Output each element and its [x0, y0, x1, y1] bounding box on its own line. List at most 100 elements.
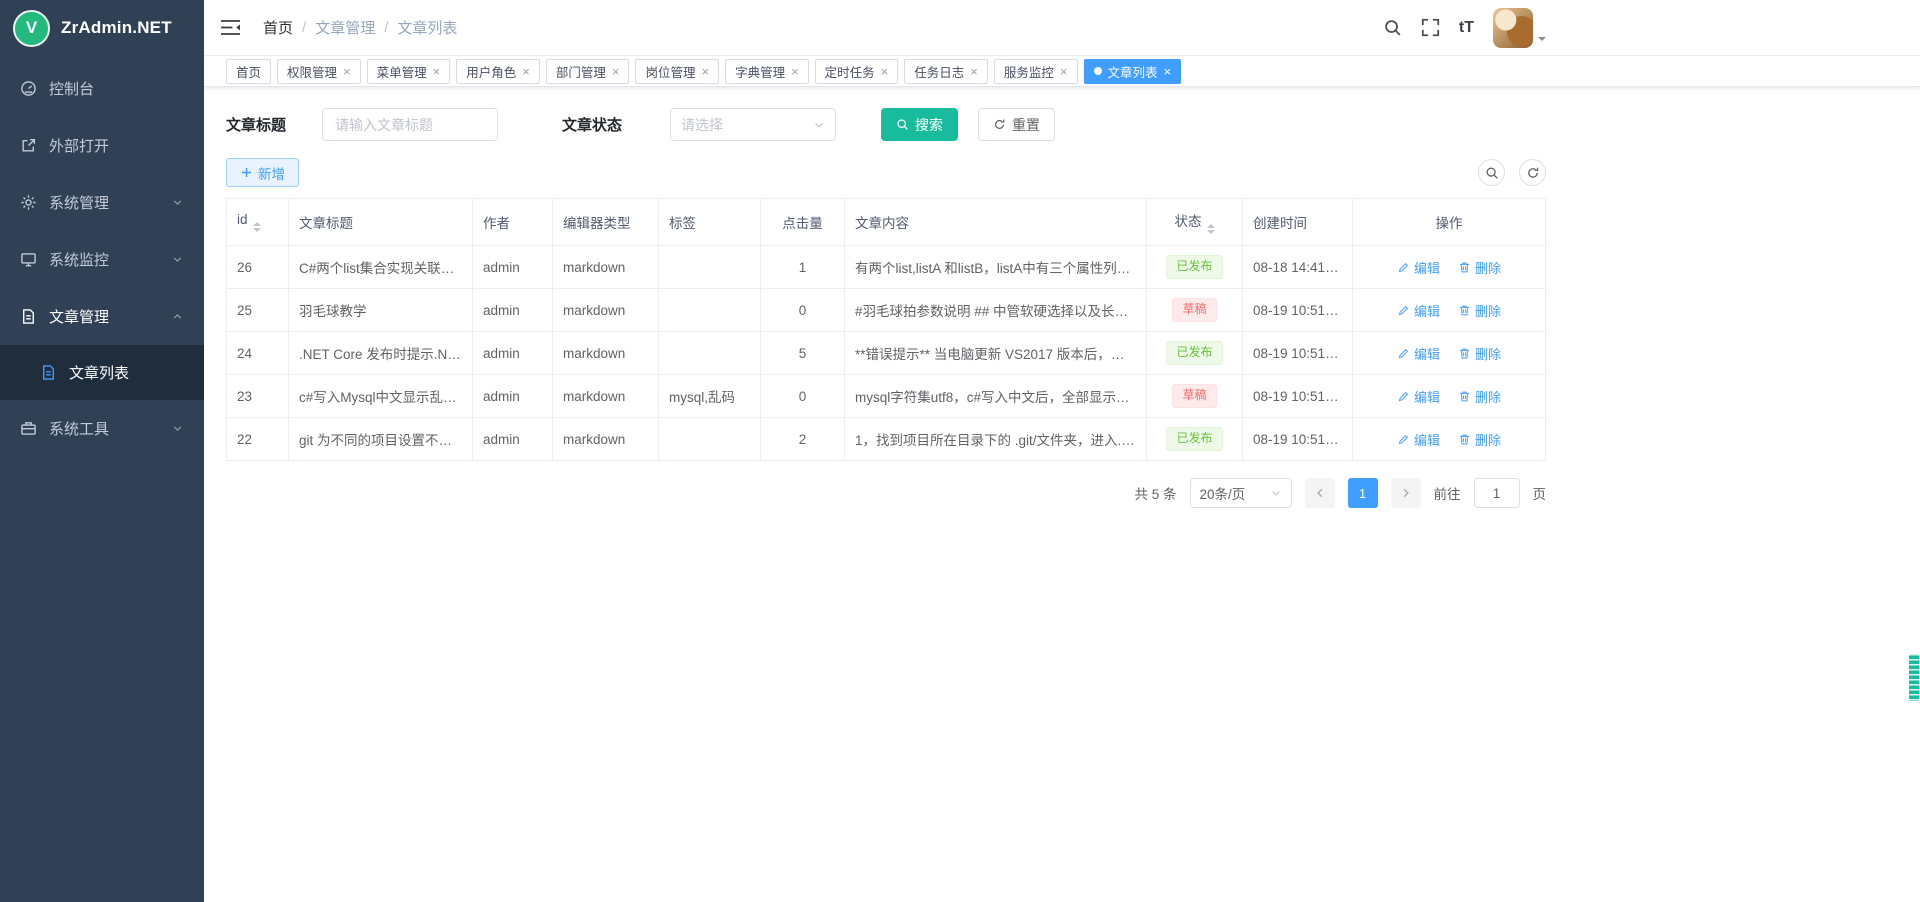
user-menu[interactable]: [1493, 8, 1546, 48]
chevron-icon: [171, 253, 184, 266]
search-icon[interactable]: [1383, 18, 1402, 37]
column-header-id[interactable]: id: [227, 199, 289, 246]
tab-dict[interactable]: 字典管理×: [725, 59, 809, 84]
breadcrumb-separator: /: [302, 19, 306, 36]
tab-job[interactable]: 定时任务 ×: [815, 59, 899, 84]
breadcrumb-item[interactable]: 首页: [263, 17, 293, 38]
sidebar-item-system[interactable]: 系统管理: [0, 174, 204, 231]
column-label: 操作: [1436, 216, 1463, 231]
edit-link[interactable]: 编辑: [1397, 387, 1440, 406]
cell-tags: [659, 332, 761, 375]
delete-link[interactable]: 删除: [1458, 258, 1501, 277]
tab-menu[interactable]: 菜单管理×: [367, 59, 451, 84]
title-filter-input[interactable]: [322, 108, 498, 141]
column-label: id: [237, 212, 248, 227]
sort-caret-icon[interactable]: [1207, 224, 1215, 234]
reset-button[interactable]: 重置: [978, 108, 1055, 141]
tab-article-list[interactable]: 文章列表×: [1084, 59, 1182, 84]
logo-icon: V: [13, 10, 50, 47]
sidebar-item-dashboard[interactable]: 控制台: [0, 60, 204, 117]
chevron-icon: [171, 422, 184, 435]
file-icon: [40, 364, 57, 381]
goto-suffix: 页: [1533, 483, 1547, 503]
edit-link[interactable]: 编辑: [1397, 301, 1440, 320]
next-page-button[interactable]: [1391, 478, 1421, 508]
tab-close-icon[interactable]: ×: [701, 65, 709, 78]
refresh-table-button[interactable]: [1519, 159, 1546, 186]
edit-icon: [1397, 390, 1410, 403]
tab-close-icon[interactable]: ×: [881, 65, 889, 78]
edit-link[interactable]: 编辑: [1397, 344, 1440, 363]
avatar[interactable]: [1493, 8, 1533, 48]
sidebar-item-monitor[interactable]: 系统监控: [0, 231, 204, 288]
table-row: 26C#两个list集合实现关联，...adminmarkdown1有两个lis…: [227, 246, 1546, 289]
sidebar-item-label: 控制台: [49, 78, 94, 99]
cell-id: 24: [227, 332, 289, 375]
edit-label: 编辑: [1414, 258, 1440, 277]
sidebar-subitem-article-list[interactable]: 文章列表: [0, 345, 204, 400]
tab-role[interactable]: 用户角色×: [456, 59, 540, 84]
tab-close-icon[interactable]: ×: [433, 65, 441, 78]
add-button[interactable]: 新增: [226, 158, 299, 187]
goto-page-input[interactable]: [1474, 478, 1520, 508]
column-header-created: 创建时间: [1243, 199, 1353, 246]
table-row: 25羽毛球教学adminmarkdown0#羽毛球拍参数说明 ## 中管软硬选择…: [227, 289, 1546, 332]
sidebar-item-label: 系统监控: [49, 249, 109, 270]
tab-close-icon[interactable]: ×: [1060, 65, 1068, 78]
app-root: V ZrAdmin.NET 控制台外部打开系统管理系统监控文章管理文章列表系统工…: [0, 0, 1920, 902]
column-label: 状态: [1175, 214, 1202, 229]
delete-link[interactable]: 删除: [1458, 430, 1501, 449]
status-filter-select[interactable]: 请选择: [670, 108, 836, 141]
app-title: ZrAdmin.NET: [61, 18, 172, 38]
sidebar-collapse-icon[interactable]: [220, 19, 241, 36]
delete-link[interactable]: 删除: [1458, 387, 1501, 406]
sidebar-item-article[interactable]: 文章管理: [0, 288, 204, 345]
main-area: 首页/文章管理/文章列表 tT 首页权限管理×菜单管理×用户角色×部门管理×岗位…: [204, 0, 1920, 902]
tab-label: 定时任务: [825, 62, 875, 81]
fullscreen-icon[interactable]: [1421, 18, 1440, 37]
tab-home[interactable]: 首页: [226, 59, 271, 84]
app-logo: V ZrAdmin.NET: [0, 0, 204, 56]
tab-perm[interactable]: 权限管理×: [277, 59, 361, 84]
toggle-search-button[interactable]: [1478, 159, 1505, 186]
edit-link[interactable]: 编辑: [1397, 258, 1440, 277]
cell-actions: 编辑删除: [1353, 289, 1546, 332]
edit-icon: [1397, 433, 1410, 446]
status-badge: 已发布: [1166, 427, 1222, 451]
content: 文章标题 文章状态 请选择 搜索: [204, 87, 1920, 902]
delete-label: 删除: [1475, 430, 1501, 449]
delete-link[interactable]: 删除: [1458, 301, 1501, 320]
search-button[interactable]: 搜索: [881, 108, 958, 141]
tab-dept[interactable]: 部门管理×: [546, 59, 630, 84]
tab-label: 任务日志: [914, 62, 964, 81]
delete-link[interactable]: 删除: [1458, 344, 1501, 363]
tab-close-icon[interactable]: ×: [612, 65, 620, 78]
tab-close-icon[interactable]: ×: [343, 65, 351, 78]
tab-close-icon[interactable]: ×: [970, 65, 978, 78]
tab-joblog[interactable]: 任务日志 ×: [904, 59, 988, 84]
cell-clicks: 2: [761, 418, 845, 461]
prev-page-button[interactable]: [1305, 478, 1335, 508]
page-size-select[interactable]: 20条/页: [1190, 478, 1292, 508]
sort-caret-icon[interactable]: [253, 222, 261, 232]
column-header-status[interactable]: 状态: [1147, 199, 1243, 246]
tab-close-icon[interactable]: ×: [522, 65, 530, 78]
column-header-editor: 编辑器类型: [553, 199, 659, 246]
scrollbar-thumb[interactable]: [1909, 654, 1919, 701]
tab-close-icon[interactable]: ×: [1164, 65, 1172, 78]
cell-created: 08-19 10:51:25: [1243, 375, 1353, 418]
tab-server[interactable]: 服务监控×: [994, 59, 1078, 84]
refresh-icon: [993, 118, 1006, 131]
edit-link[interactable]: 编辑: [1397, 430, 1440, 449]
page-number-1[interactable]: 1: [1348, 478, 1378, 508]
column-label: 点击量: [782, 216, 823, 231]
chevron-down-icon: [1538, 37, 1546, 45]
font-size-icon[interactable]: tT: [1459, 19, 1474, 37]
breadcrumb-item[interactable]: 文章管理: [315, 17, 375, 38]
sidebar-item-tools[interactable]: 系统工具: [0, 400, 204, 457]
cell-tags: [659, 246, 761, 289]
sidebar-item-external[interactable]: 外部打开: [0, 117, 204, 174]
tab-close-icon[interactable]: ×: [791, 65, 799, 78]
total-count: 共 5 条: [1134, 483, 1176, 503]
tab-post[interactable]: 岗位管理×: [635, 59, 719, 84]
